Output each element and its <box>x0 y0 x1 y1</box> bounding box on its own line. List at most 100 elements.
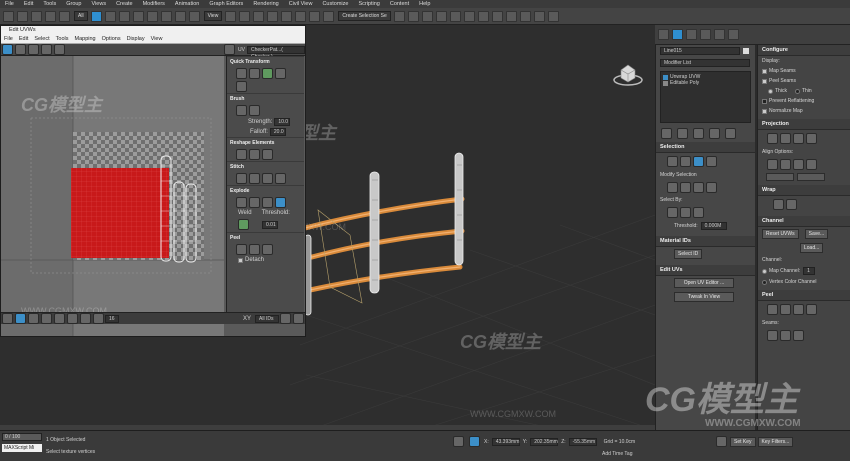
uv-menu-mapping[interactable]: Mapping <box>72 35 99 44</box>
menu-civil-view[interactable]: Civil View <box>284 0 318 8</box>
stitch-source-icon[interactable] <box>275 173 286 184</box>
uv-menu-edit[interactable]: Edit <box>16 35 31 44</box>
y-coordinate[interactable]: 202.35mm <box>530 437 559 446</box>
selection-filter-dropdown[interactable]: All <box>74 11 88 21</box>
uv-move-icon[interactable] <box>2 44 13 55</box>
angle-snap-icon[interactable] <box>281 10 293 22</box>
wrap-rollout-header[interactable]: Wrap <box>758 185 850 196</box>
pivot-center-icon[interactable] <box>225 10 237 22</box>
center-button[interactable] <box>797 173 825 181</box>
uv-ring-icon[interactable] <box>93 313 104 324</box>
stitch-custom-icon[interactable] <box>236 173 247 184</box>
straighten-selection-icon[interactable] <box>236 149 247 160</box>
set-key-button[interactable]: Set Key <box>730 436 756 447</box>
thin-radio[interactable] <box>794 88 800 94</box>
best-align-icon[interactable] <box>806 159 817 170</box>
add-time-tag[interactable]: Add Time Tag <box>602 451 632 457</box>
ring-selection-icon[interactable] <box>706 182 717 193</box>
tweak-in-view-button[interactable]: Tweak In View <box>674 292 734 302</box>
quick-peel-icon[interactable] <box>767 304 778 315</box>
redo-icon[interactable] <box>17 10 28 22</box>
keyboard-shortcut-icon[interactable] <box>253 10 265 22</box>
weld-threshold-spinner[interactable]: 0.01 <box>262 220 278 229</box>
menu-content[interactable]: Content <box>385 0 414 8</box>
grow-selection-icon[interactable] <box>667 182 678 193</box>
utilities-tab-icon[interactable] <box>728 29 739 40</box>
normalize-map-checkbox[interactable] <box>762 108 767 114</box>
threshold-spinner[interactable]: 0.000M <box>700 222 727 230</box>
menu-tools[interactable]: Tools <box>38 0 61 8</box>
hierarchy-tab-icon[interactable] <box>686 29 697 40</box>
menu-animation[interactable]: Animation <box>170 0 204 8</box>
spherical-map-icon[interactable] <box>793 133 804 144</box>
undo-icon[interactable] <box>3 10 14 22</box>
stitch-target-icon[interactable] <box>249 173 260 184</box>
rect-selection-icon[interactable] <box>118 10 130 22</box>
rotate-90-icon[interactable] <box>262 68 273 79</box>
ignore-backfacing-icon[interactable] <box>680 207 691 218</box>
show-end-result-icon[interactable] <box>677 128 688 139</box>
uv-menu-display[interactable]: Display <box>124 35 148 44</box>
scale-icon[interactable] <box>174 10 186 22</box>
menu-scripting[interactable]: Scripting <box>353 0 384 8</box>
select-by-name-icon[interactable] <box>104 10 116 22</box>
prevent-reflattening-checkbox[interactable] <box>762 98 767 104</box>
placement-icon[interactable] <box>188 10 200 22</box>
edit-seams-icon[interactable] <box>767 330 778 341</box>
all-ids-dropdown[interactable]: All IDs <box>255 314 279 323</box>
align-horizontal-icon[interactable] <box>236 68 247 79</box>
rotate-icon[interactable] <box>160 10 172 22</box>
link-icon[interactable] <box>31 10 42 22</box>
configure-rollout-header[interactable]: Configure <box>758 45 850 56</box>
align-z-icon[interactable] <box>793 159 804 170</box>
uv-edge-mode-icon[interactable] <box>15 313 26 324</box>
z-coordinate[interactable]: -55.35mm <box>568 437 597 446</box>
uv-shrink-icon[interactable] <box>67 313 78 324</box>
select-by-element-icon[interactable] <box>667 207 678 218</box>
curve-editor-icon[interactable] <box>449 10 461 22</box>
stack-item-editable-poly[interactable]: Editable Poly <box>670 80 699 86</box>
quick-transform-header[interactable]: Quick Transform <box>227 56 304 67</box>
fit-button[interactable] <box>766 173 794 181</box>
convert-edge-to-seam-icon[interactable] <box>793 330 804 341</box>
channel-rollout-header[interactable]: Channel <box>758 216 850 227</box>
edge-mode-icon[interactable] <box>680 156 691 167</box>
uv-editor-canvas[interactable]: CG模型主 WWW.CGMXW.COM <box>1 56 224 336</box>
peel-seams-checkbox[interactable] <box>762 78 767 84</box>
make-unique-icon[interactable] <box>693 128 704 139</box>
object-color-swatch[interactable] <box>743 48 749 54</box>
absolute-mode-icon[interactable] <box>469 436 480 447</box>
display-tab-icon[interactable] <box>714 29 725 40</box>
reshape-elements-header[interactable]: Reshape Elements <box>227 137 304 148</box>
projection-rollout-header[interactable]: Projection <box>758 119 850 130</box>
peel-rollout-header[interactable]: Peel <box>758 290 850 301</box>
move-icon[interactable] <box>146 10 158 22</box>
uv-menu-tools[interactable]: Tools <box>53 35 72 44</box>
window-crossing-icon[interactable] <box>132 10 144 22</box>
menu-modifiers[interactable]: Modifiers <box>138 0 170 8</box>
spline-map-icon[interactable] <box>773 199 784 210</box>
unfold-strip-icon[interactable] <box>786 199 797 210</box>
edit-uvs-rollout-header[interactable]: Edit UVs <box>656 265 755 276</box>
menu-graph-editors[interactable]: Graph Editors <box>204 0 248 8</box>
space-horizontal-icon[interactable] <box>275 68 286 79</box>
paint-move-icon[interactable] <box>236 105 247 116</box>
lscm-icon[interactable] <box>793 304 804 315</box>
uv-poly-mode-icon[interactable] <box>28 313 39 324</box>
configure-sets-icon[interactable] <box>725 128 736 139</box>
flatten-by-smoothing-icon[interactable] <box>249 197 260 208</box>
select-manipulate-icon[interactable] <box>239 10 251 22</box>
brush-falloff-spinner[interactable]: 20.0 <box>269 128 286 136</box>
mirror-icon[interactable] <box>393 10 405 22</box>
align-vertical-icon[interactable] <box>249 68 260 79</box>
render-iterative-icon[interactable] <box>533 10 545 22</box>
flatten-by-material-icon[interactable] <box>262 197 273 208</box>
uv-scale-icon[interactable] <box>28 44 39 55</box>
auto-key-icon[interactable] <box>716 436 727 447</box>
key-filters-button[interactable]: Key Filters... <box>757 436 794 447</box>
map-channel-spinner[interactable]: 1 <box>803 267 816 275</box>
menu-file[interactable]: File <box>0 0 19 8</box>
uv-grow-icon[interactable] <box>54 313 65 324</box>
pin-stack-icon[interactable] <box>661 128 672 139</box>
named-selection-dropdown[interactable]: Create Selection Se <box>338 11 391 21</box>
